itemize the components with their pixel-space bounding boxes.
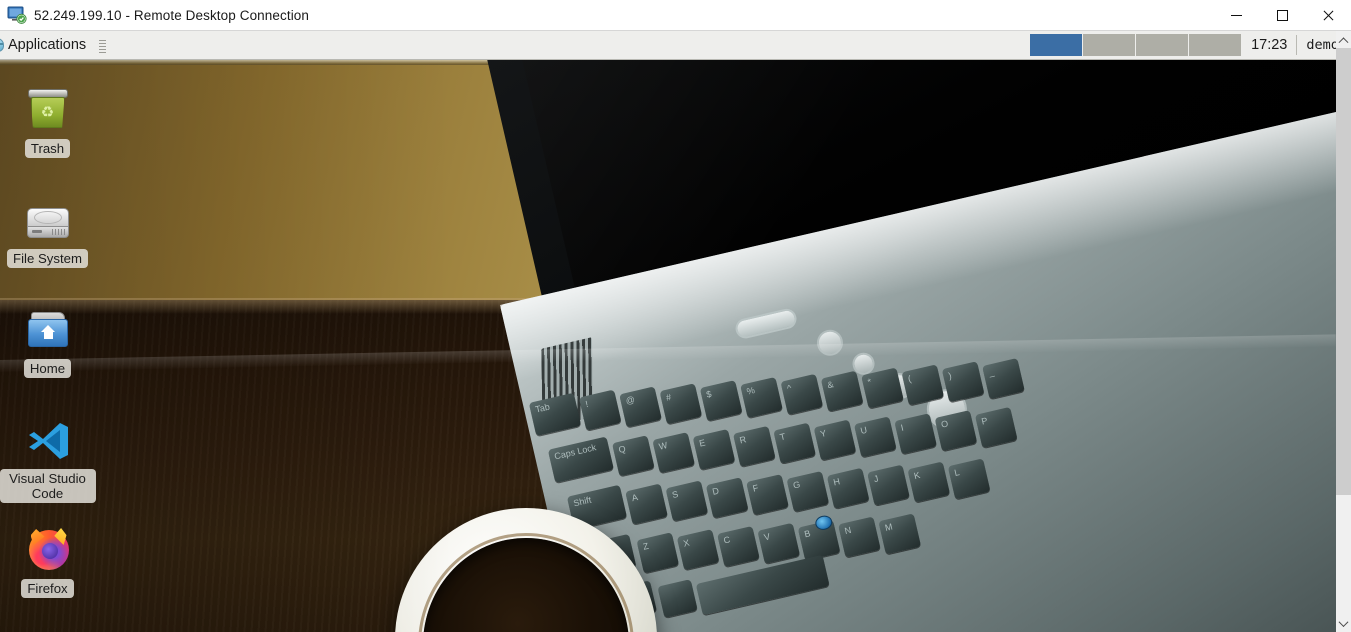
maximize-icon (1276, 9, 1288, 21)
desktop-icon-trash[interactable]: ♻ Trash (0, 86, 95, 158)
xfce-mouse-icon (0, 37, 6, 53)
desktop-area[interactable]: Tab ! @ # $ % ^ & * ( ) _ Caps Lock Q W (0, 60, 1336, 632)
applications-menu-label: Applications (8, 36, 87, 53)
desktop-icon-firefox[interactable]: Firefox (0, 526, 95, 598)
panel-clock[interactable]: 17:23 (1242, 31, 1296, 59)
workspace-switcher (1030, 31, 1242, 59)
window-title: 52.249.199.10 - Remote Desktop Connectio… (34, 7, 310, 23)
workspace-button-2[interactable] (1083, 34, 1136, 56)
remote-desktop-window: 52.249.199.10 - Remote Desktop Connectio… (0, 0, 1351, 632)
desktop-icon-label: Firefox (21, 579, 74, 598)
applications-menu-button[interactable]: Applications (0, 31, 92, 59)
close-icon (1322, 9, 1335, 22)
home-folder-icon (24, 306, 72, 354)
hard-drive-icon (24, 196, 72, 244)
window-titlebar: 52.249.199.10 - Remote Desktop Connectio… (0, 0, 1351, 31)
panel-handle-icon[interactable] (99, 31, 107, 59)
minimize-button[interactable] (1213, 0, 1259, 31)
maximize-button[interactable] (1259, 0, 1305, 31)
workspace-button-4[interactable] (1189, 34, 1242, 56)
scrollbar-thumb[interactable] (1336, 48, 1351, 495)
desktop-icon-file-system[interactable]: File System (0, 196, 95, 268)
desktop-icon-label: Trash (24, 139, 71, 158)
workspace-button-3[interactable] (1136, 34, 1189, 56)
minimize-icon (1230, 14, 1242, 16)
panel-window-buttons-area (106, 31, 1030, 59)
trash-icon: ♻ (24, 86, 72, 134)
visual-studio-code-icon (24, 416, 72, 464)
desktop-icon-label: File System (7, 249, 88, 268)
firefox-icon (24, 526, 72, 574)
close-button[interactable] (1305, 0, 1351, 31)
remote-desktop-icon (7, 6, 27, 24)
scroll-down-icon[interactable] (1336, 615, 1351, 632)
vertical-scrollbar[interactable] (1336, 31, 1351, 632)
xfce-panel: Applications 17:23 demo1 (0, 31, 1351, 60)
desktop-icon-visual-studio-code[interactable]: Visual Studio Code (0, 416, 96, 503)
scroll-up-icon[interactable] (1336, 31, 1351, 48)
desktop-wallpaper: Tab ! @ # $ % ^ & * ( ) _ Caps Lock Q W (0, 60, 1336, 632)
desktop-icon-home[interactable]: Home (0, 306, 95, 378)
desktop-icon-label: Home (23, 359, 72, 378)
desktop-icon-label: Visual Studio Code (0, 469, 96, 503)
workspace-button-1[interactable] (1030, 34, 1083, 56)
